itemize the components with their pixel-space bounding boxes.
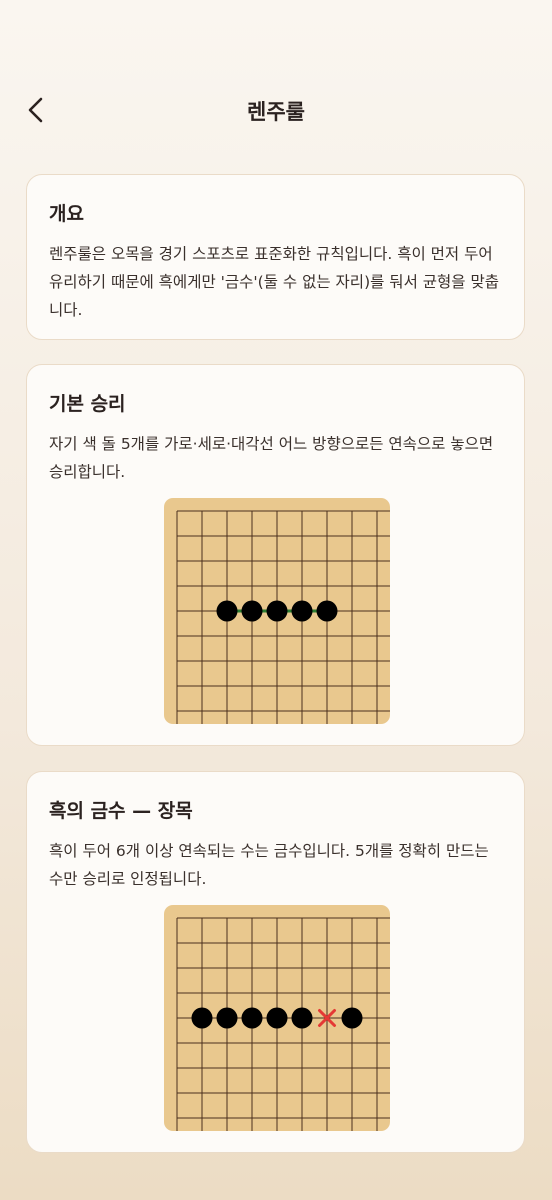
- board-svg: [164, 498, 390, 724]
- card-title: 기본 승리: [49, 393, 126, 415]
- black-stone: [341, 1007, 363, 1029]
- black-stone: [216, 1007, 238, 1029]
- card-title: 개요: [49, 203, 84, 225]
- card-body: 자기 색 돌 5개를 가로·세로·대각선 어느 방향으로든 연속으로 놓으면 승…: [49, 435, 494, 481]
- card-body: 흑이 두어 6개 이상 연속되는 수는 금수입니다. 5개를 정확히 만드는 수…: [49, 842, 489, 888]
- black-stone: [291, 600, 313, 622]
- black-stone: [191, 1007, 213, 1029]
- black-stone: [266, 1007, 288, 1029]
- board-svg: [164, 905, 390, 1131]
- board-diagram: [164, 905, 390, 1131]
- black-stone: [291, 1007, 313, 1029]
- top-bar: 렌주룰: [0, 80, 552, 142]
- overview-card: 개요 렌주룰은 오목을 경기 스포츠로 표준화한 규칙입니다. 흑이 먼저 두어…: [26, 174, 525, 340]
- card-body: 렌주룰은 오목을 경기 스포츠로 표준화한 규칙입니다. 흑이 먼저 두어 유리…: [49, 245, 499, 319]
- black-stone: [241, 600, 263, 622]
- card-title: 흑의 금수 — 장목: [49, 800, 193, 822]
- black-stone: [316, 600, 338, 622]
- black-stone: [266, 600, 288, 622]
- black-stone: [216, 600, 238, 622]
- overline-card: 흑의 금수 — 장목 흑이 두어 6개 이상 연속되는 수는 금수입니다. 5개…: [26, 771, 525, 1153]
- black-stone: [241, 1007, 263, 1029]
- page-title: 렌주룰: [247, 100, 305, 124]
- board-diagram: [164, 498, 390, 724]
- basic-win-card: 기본 승리 자기 색 돌 5개를 가로·세로·대각선 어느 방향으로든 연속으로…: [26, 364, 525, 746]
